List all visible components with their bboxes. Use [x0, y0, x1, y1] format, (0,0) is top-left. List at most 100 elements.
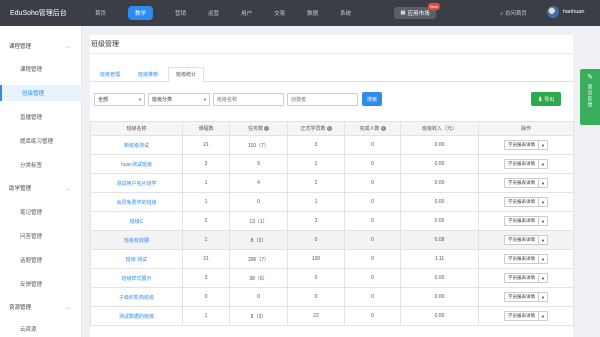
class-name-cell[interactable]: huan测试班级: [90, 154, 183, 174]
course-count-cell: 0: [182, 287, 230, 307]
task-count-cell: 0: [229, 192, 288, 212]
sidebar-item-notes[interactable]: 笔记管理: [0, 204, 82, 220]
visit-homepage-link[interactable]: ⌂ 访问首页: [500, 9, 527, 17]
caret-down-icon[interactable]: ▼: [538, 274, 547, 282]
caret-down-icon[interactable]: ▼: [538, 141, 547, 149]
caret-down-icon[interactable]: ▼: [538, 255, 547, 263]
class-name-cell[interactable]: 新班级测试: [90, 135, 183, 155]
student-report-button[interactable]: 学员报表详情: [505, 179, 538, 187]
top-navbar: EduSoho管理后台 首页 教学 营销 运营 用户 交易 数据 系统 ▦ 应用…: [0, 0, 600, 26]
sidebar-item-category-tags[interactable]: 分类标签: [0, 157, 82, 173]
class-name-cell[interactable]: 测试数据的班级: [90, 306, 183, 326]
class-name-cell[interactable]: 班级有效期: [90, 230, 183, 250]
divider: [90, 53, 573, 54]
caret-down-icon[interactable]: ▼: [538, 312, 547, 320]
table-row: 会员免费学的班级 1 0 1 0 0.00 学员报表详情 ▼: [90, 192, 574, 212]
grid-icon: ▦: [400, 10, 406, 16]
table-row: 新班级测试 21 110（7） 3 0 0.00 学员报表详情 ▼: [90, 135, 574, 155]
caret-down-icon[interactable]: ▼: [538, 179, 547, 187]
task-count-cell: 0: [229, 287, 288, 307]
caret-down-icon[interactable]: ▼: [538, 293, 547, 301]
student-report-button[interactable]: 学员报表详情: [505, 141, 538, 149]
caret-down-icon[interactable]: ▼: [538, 217, 547, 225]
student-report-button[interactable]: 学员报表详情: [505, 217, 538, 225]
col-actions: 操作: [478, 121, 574, 136]
tab-class-statistics[interactable]: 班级统计: [168, 67, 204, 82]
sidebar-group-assist[interactable]: 助学管理 ︿: [0, 180, 82, 196]
student-report-button[interactable]: 学员报表详情: [505, 312, 538, 320]
caret-down-icon[interactable]: ▼: [538, 236, 547, 244]
class-name-cell[interactable]: 班级C: [90, 211, 183, 231]
col-course-count: 课程数: [182, 121, 230, 136]
table-row: 测试用户名片班学 1 4 2 0 0.00 学员报表详情 ▼: [90, 173, 574, 193]
class-name-cell[interactable]: 班级样式展示: [90, 268, 183, 288]
nav-trade[interactable]: 交易: [263, 0, 296, 26]
student-count-cell: 22: [287, 306, 345, 326]
actions-cell: 学员报表详情 ▼: [478, 173, 574, 193]
student-count-cell: 1: [287, 154, 345, 174]
nav-home[interactable]: 首页: [84, 0, 117, 26]
tab-class-manage[interactable]: 班级管理: [92, 67, 128, 82]
student-count-cell: 0: [287, 287, 345, 307]
creator-input[interactable]: [287, 93, 358, 106]
class-name-cell[interactable]: 班级 测试: [90, 249, 183, 269]
brand-title[interactable]: EduSoho管理后台: [0, 8, 84, 18]
sidebar-group-course[interactable]: 课程管理 ︿: [0, 38, 82, 54]
table-row: 班级样式展示 3 38（6） 0 0 0.00 学员报表详情 ▼: [90, 268, 574, 288]
home-icon: ⌂: [500, 11, 504, 17]
income-cell: 0.00: [400, 211, 479, 231]
sidebar-item-course-manage[interactable]: 课程管理: [0, 61, 82, 77]
nav-marketing[interactable]: 营销: [164, 0, 197, 26]
student-report-button[interactable]: 学员报表详情: [505, 274, 538, 282]
income-cell: 0.00: [400, 287, 479, 307]
help-icon[interactable]: ?: [326, 126, 332, 131]
class-name-input[interactable]: [213, 93, 284, 106]
sidebar-item-class-manage[interactable]: 班级管理: [0, 85, 82, 101]
sidebar-item-feedback[interactable]: 反馈管理: [0, 276, 82, 292]
sidebar-item-question-bank[interactable]: 题库练习管理: [0, 133, 82, 149]
action-button-group: 学员报表详情 ▼: [504, 140, 548, 150]
class-name-cell[interactable]: 会员免费学的班级: [90, 192, 183, 212]
sidebar-item-live-manage[interactable]: 直播管理: [0, 109, 82, 125]
nav-teaching[interactable]: 教学: [117, 0, 164, 26]
nav-system[interactable]: 系统: [329, 0, 362, 26]
chevron-up-icon: ︿: [64, 43, 70, 50]
income-cell: 0.00: [400, 154, 479, 174]
class-name-cell[interactable]: 子级织机构班级: [90, 287, 183, 307]
student-report-button[interactable]: 学员报表详情: [505, 255, 538, 263]
help-icon[interactable]: ?: [264, 126, 269, 131]
sidebar-item-cloud-resource[interactable]: 云资源: [0, 321, 82, 337]
nav-data[interactable]: 数据: [296, 0, 329, 26]
col-income: 班级收入（元）: [400, 121, 479, 136]
student-report-button[interactable]: 学员报表详情: [505, 236, 538, 244]
edit-icon: ✎: [587, 74, 593, 81]
export-button[interactable]: ⬇ 导出: [531, 92, 561, 106]
chevron-up-icon: ︿: [64, 185, 70, 192]
finished-count-cell: 0: [344, 173, 401, 193]
tab-class-recommend[interactable]: 班级推荐: [130, 67, 166, 82]
task-count-cell: 396（7）: [229, 249, 288, 269]
sidebar-item-qa[interactable]: 问答管理: [0, 228, 82, 244]
col-task-count: 任务数?: [229, 121, 288, 136]
category-select[interactable]: 班级分类 ▼: [148, 93, 210, 106]
app-store-button[interactable]: ▦ 应用市场 New: [394, 3, 440, 19]
feedback-button[interactable]: ✎ 意见反馈: [580, 69, 600, 125]
student-report-button[interactable]: 学员报表详情: [505, 198, 538, 206]
help-icon[interactable]: ?: [380, 126, 386, 131]
caret-down-icon[interactable]: ▼: [538, 160, 547, 168]
sidebar-group-resources[interactable]: 资源管理 ︿: [0, 299, 82, 315]
student-report-button[interactable]: 学员报表详情: [505, 293, 538, 301]
course-count-cell: 2: [182, 211, 230, 231]
user-menu[interactable]: hanhuan: [547, 6, 584, 18]
nav-users[interactable]: 用户: [230, 0, 263, 26]
student-report-button[interactable]: 学员报表详情: [505, 160, 538, 168]
finished-count-cell: 0: [344, 211, 401, 231]
sidebar-item-topics[interactable]: 话题管理: [0, 252, 82, 268]
nav-operation[interactable]: 运营: [197, 0, 230, 26]
task-count-cell: 13（1）: [229, 211, 288, 231]
caret-down-icon[interactable]: ▼: [538, 198, 547, 206]
status-select[interactable]: 全部 ▼: [94, 93, 145, 106]
student-count-cell: 0: [287, 268, 345, 288]
search-button[interactable]: 搜索: [362, 92, 382, 106]
class-name-cell[interactable]: 测试用户名片班学: [90, 173, 183, 193]
